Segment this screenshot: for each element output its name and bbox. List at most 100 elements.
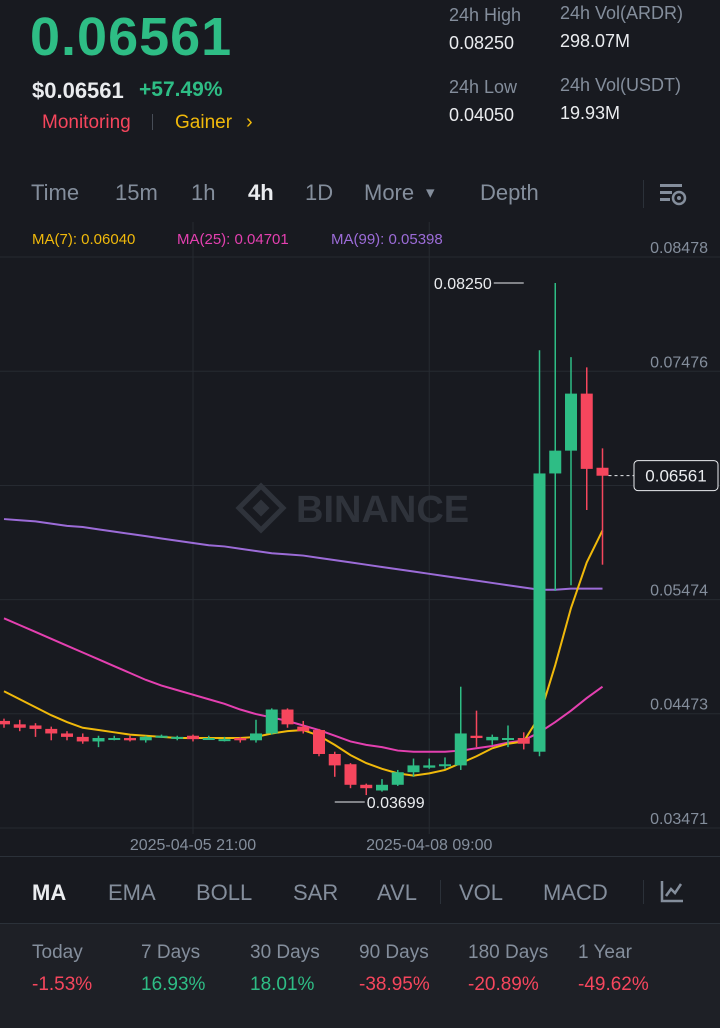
price-change-percent: +57.49% (139, 78, 223, 101)
time-axis: 2025-04-05 21:00 2025-04-08 09:00 (130, 837, 493, 854)
current-price-label: 0.06561 (645, 467, 706, 486)
time-axis-label: 2025-04-08 09:00 (366, 837, 492, 854)
binance-watermark: BINANCE (235, 482, 469, 534)
perf-value: -20.89% (468, 974, 539, 995)
performance-row: Today -1.53% 7 Days 16.93% 30 Days 18.01… (0, 923, 720, 1028)
stat-vol-quote-label: 24h Vol(USDT) (560, 75, 682, 95)
indicator-tabs: MA EMA BOLL SAR AVL VOL MACD (0, 860, 720, 922)
candle-body (344, 764, 357, 785)
indicator-chart-icon[interactable] (659, 878, 685, 904)
candle-body (565, 393, 577, 451)
candle-body (533, 473, 546, 752)
indicator-vol[interactable]: VOL (459, 880, 503, 906)
indicator-ema[interactable]: EMA (108, 880, 156, 906)
candle-body (454, 733, 467, 766)
perf-label: 90 Days (359, 942, 429, 963)
candle-body (486, 736, 499, 741)
candle-body (580, 393, 593, 469)
price-axis-label: 0.04473 (650, 697, 708, 714)
chart-bottom-divider (0, 856, 720, 857)
candle-body (517, 738, 530, 744)
stat-vol-base-label: 24h Vol(ARDR) (560, 3, 684, 23)
caret-down-icon[interactable]: ▾ (426, 183, 435, 203)
perf-label: 30 Days (250, 942, 320, 963)
candle-body (92, 738, 105, 742)
price-axis-label: 0.07476 (650, 354, 708, 371)
tab-more[interactable]: More (364, 180, 414, 206)
candle-body (108, 738, 121, 741)
stat-high-label: 24h High (449, 5, 522, 25)
candle-body (61, 733, 73, 737)
tag-divider (152, 114, 153, 130)
candle-body (360, 784, 373, 789)
candle-body (139, 736, 152, 741)
interval-tabs: Time 15m 1h 4h 1D More ▾ Depth (0, 172, 720, 218)
indicator-divider (440, 880, 441, 904)
candle-body (29, 725, 42, 729)
perf-value: -1.53% (32, 974, 93, 995)
price-axis: 0.08478 0.07476 0.05474 0.04473 0.03471 (650, 240, 708, 828)
indicator-sar[interactable]: SAR (293, 880, 338, 906)
binance-logo-icon (235, 482, 287, 534)
chart-settings-icon[interactable] (658, 180, 688, 208)
perf-value: 18.01% (250, 974, 315, 995)
tab-4h[interactable]: 4h (248, 180, 274, 206)
tab-1h[interactable]: 1h (191, 180, 215, 206)
tab-depth[interactable]: Depth (480, 180, 539, 206)
tab-divider (643, 180, 644, 208)
stat-vol-base-value: 298.07M (560, 31, 631, 51)
ma25-legend: MA(25): 0.04701 (177, 231, 289, 248)
candle-body (13, 724, 26, 728)
candle-body (234, 738, 247, 741)
candle-body (45, 728, 58, 734)
candle-body (391, 772, 404, 785)
chevron-right-icon[interactable]: › (246, 111, 253, 134)
price-axis-label: 0.08478 (650, 240, 708, 257)
watermark-text: BINANCE (296, 489, 469, 531)
monitoring-tag[interactable]: Monitoring (42, 112, 131, 134)
indicator-macd[interactable]: MACD (543, 880, 608, 906)
candlestick-chart[interactable]: BINANCE 0.082500.036990.06561 0.084780.0… (0, 222, 720, 856)
candle-body (502, 738, 514, 741)
perf-value: -49.62% (578, 974, 649, 995)
perf-label: 180 Days (468, 942, 549, 963)
candle-body (596, 467, 609, 476)
stat-low-value: 0.04050 (449, 105, 515, 125)
candle-body (202, 738, 215, 741)
candle-body (313, 730, 325, 754)
high-marker-label: 0.08250 (434, 276, 492, 293)
perf-value: -38.95% (359, 974, 430, 995)
indicator-divider (643, 880, 644, 904)
ma99-legend: MA(99): 0.05398 (331, 231, 443, 248)
candle-body (297, 726, 310, 732)
perf-value: 16.93% (141, 974, 206, 995)
candle-body (265, 709, 278, 734)
candle-body (470, 735, 483, 739)
candle-body (171, 736, 184, 739)
candle-body (155, 735, 168, 738)
tab-time[interactable]: Time (31, 180, 79, 206)
candle-body (250, 733, 262, 741)
candle-body (549, 450, 562, 474)
candle-body (187, 735, 199, 740)
candle-body (218, 739, 231, 742)
stat-vol-quote-value: 19.93M (560, 103, 621, 123)
candle-body (439, 764, 451, 767)
last-price: 0.06561 (30, 7, 233, 67)
price-axis-label: 0.05474 (650, 583, 708, 600)
tab-1d[interactable]: 1D (305, 180, 333, 206)
candle-body (328, 753, 341, 766)
indicator-avl[interactable]: AVL (377, 880, 417, 906)
tab-15m[interactable]: 15m (115, 180, 158, 206)
candles (0, 283, 609, 796)
indicator-boll[interactable]: BOLL (196, 880, 252, 906)
candle-body (376, 784, 388, 791)
perf-label: 7 Days (141, 942, 201, 963)
gainer-tag[interactable]: Gainer (175, 112, 232, 134)
indicator-ma[interactable]: MA (32, 880, 66, 906)
moving-average-lines (3, 518, 604, 777)
candle-body (423, 765, 436, 768)
time-axis-label: 2025-04-05 21:00 (130, 837, 256, 854)
price-usd: $0.06561 (32, 78, 124, 103)
candle-body (124, 738, 136, 741)
